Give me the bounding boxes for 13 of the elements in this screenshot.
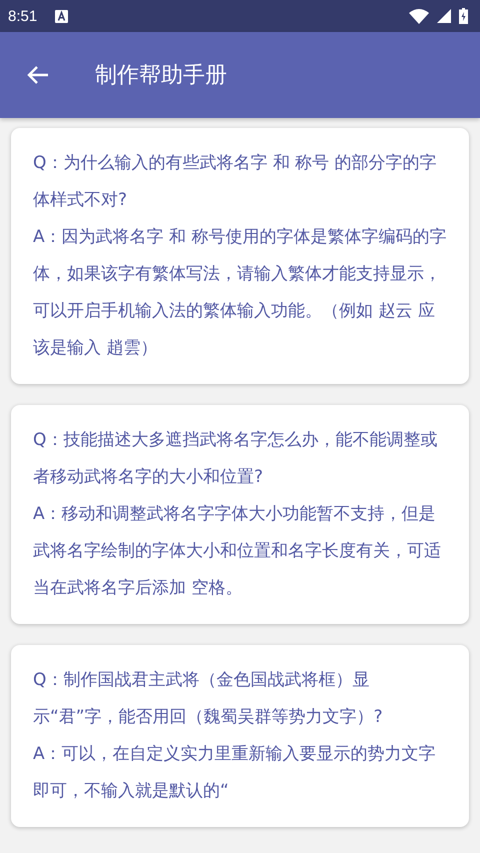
answer-text: A：可以，在自定义实力里重新输入要显示的势力文字即可，不输入就是默认的“ bbox=[33, 743, 437, 803]
notification-icon bbox=[55, 10, 68, 22]
back-arrow-icon bbox=[27, 65, 49, 85]
question-text: Q：制作国战君主武将（金色国战武将框）显示“君”字，能否用回（魏蜀吴群等势力文字）? bbox=[33, 669, 384, 729]
status-time: 8:51 bbox=[8, 8, 38, 24]
wifi-icon bbox=[409, 8, 429, 24]
answer-text: A：移动和调整武将名字字体大小功能暂不支持，但是武将名字绘制的字体大小和位置和名字长度有关，可适当在武将名字后添加 空格。 bbox=[33, 503, 442, 600]
question-text: Q：为什么输入的有些武将名字 和 称号 的部分字的字体样式不对? bbox=[33, 152, 438, 212]
battery-icon bbox=[459, 8, 468, 24]
signal-icon bbox=[437, 9, 451, 23]
question-text: Q：技能描述大多遮挡武将名字怎么办，能不能调整或者移动武将名字的大小和位置? bbox=[33, 429, 438, 489]
answer-text: A：因为武将名字 和 称号使用的字体是繁体字编码的字体，如果该字有繁体写法，请输入繁体才能支持显示，可以开启手机输入法的繁体输入功能。（例如 赵云 应该是输入 趙雲） bbox=[33, 226, 448, 360]
screen-title: 制作帮助手册 bbox=[95, 62, 227, 90]
